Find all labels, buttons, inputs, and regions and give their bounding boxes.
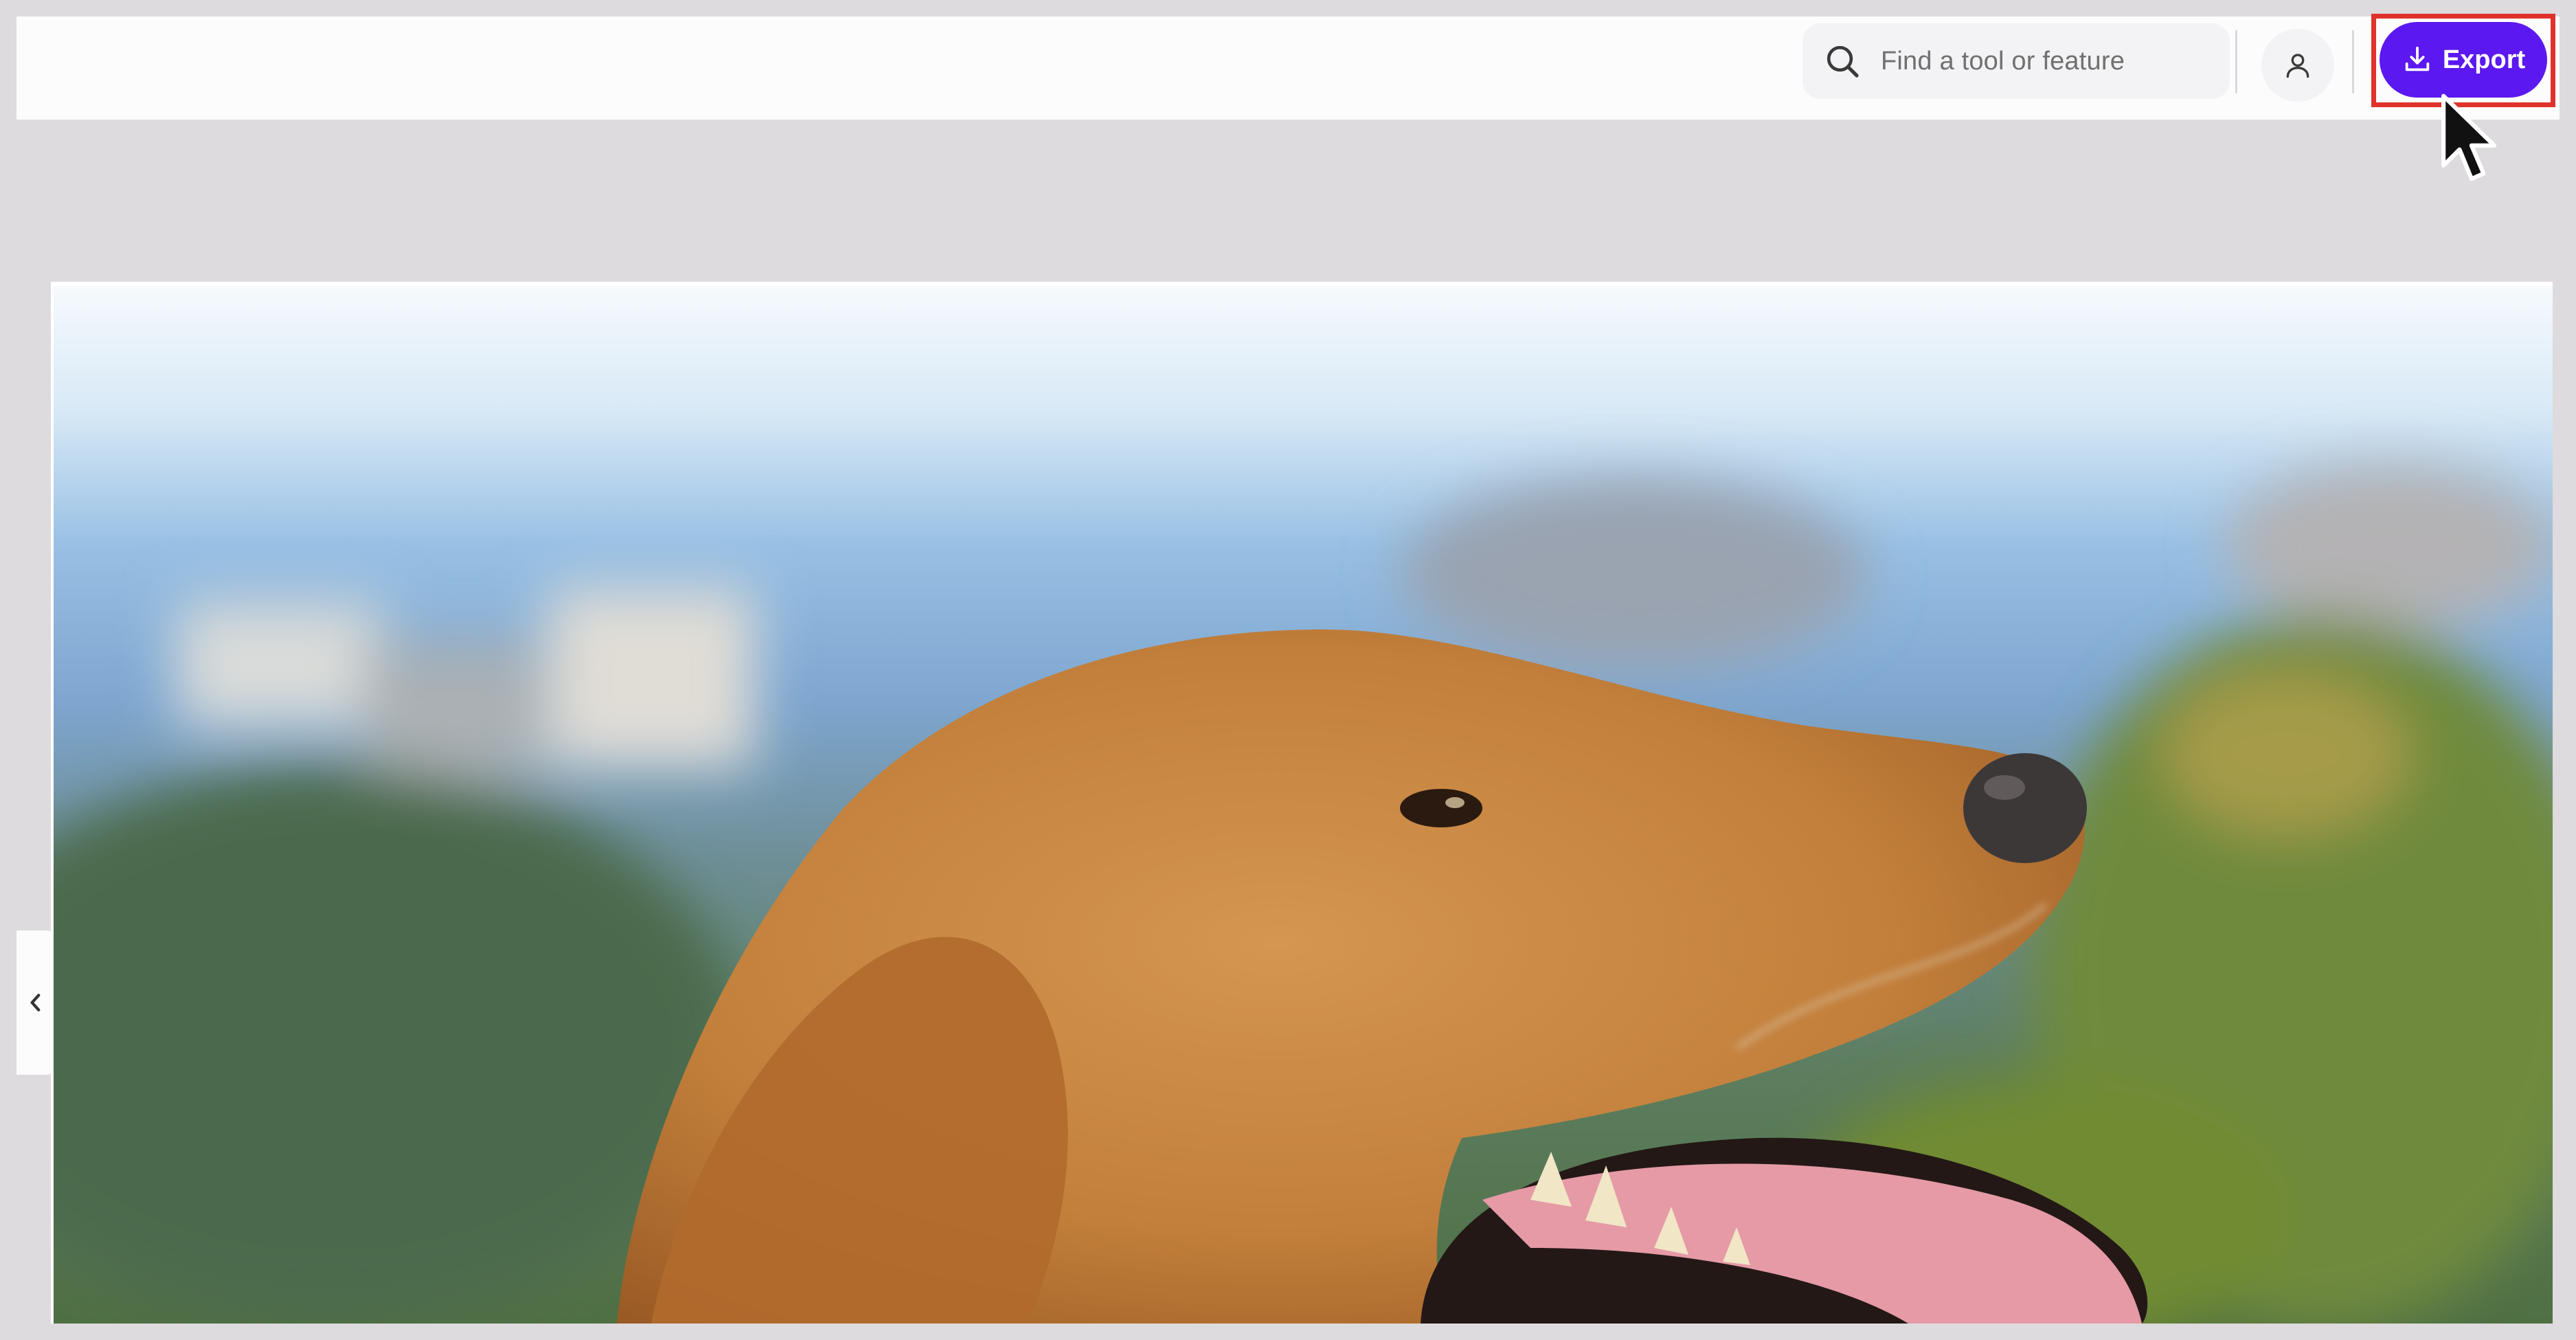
search-icon	[1827, 45, 1859, 78]
toolbar-divider	[2235, 30, 2237, 93]
toolbar-divider	[2352, 30, 2354, 93]
search-input[interactable]: Find a tool or feature	[1881, 47, 2125, 76]
mouse-cursor-icon	[2441, 93, 2497, 181]
top-toolbar: Find a tool or feature Export	[16, 14, 2560, 120]
profile-button[interactable]	[2261, 29, 2334, 102]
export-button[interactable]: Export	[2380, 22, 2547, 98]
dog-photo	[54, 286, 2553, 1324]
search-box[interactable]: Find a tool or feature	[1803, 23, 2230, 99]
editor-canvas[interactable]	[51, 282, 2553, 1324]
chevron-left-icon	[30, 994, 41, 1012]
sidebar-collapse-button[interactable]	[16, 930, 55, 1075]
app-window: Find a tool or feature Export	[16, 14, 2560, 1324]
user-icon	[2286, 54, 2309, 78]
download-icon	[2405, 46, 2430, 71]
export-label: Export	[2442, 45, 2526, 74]
